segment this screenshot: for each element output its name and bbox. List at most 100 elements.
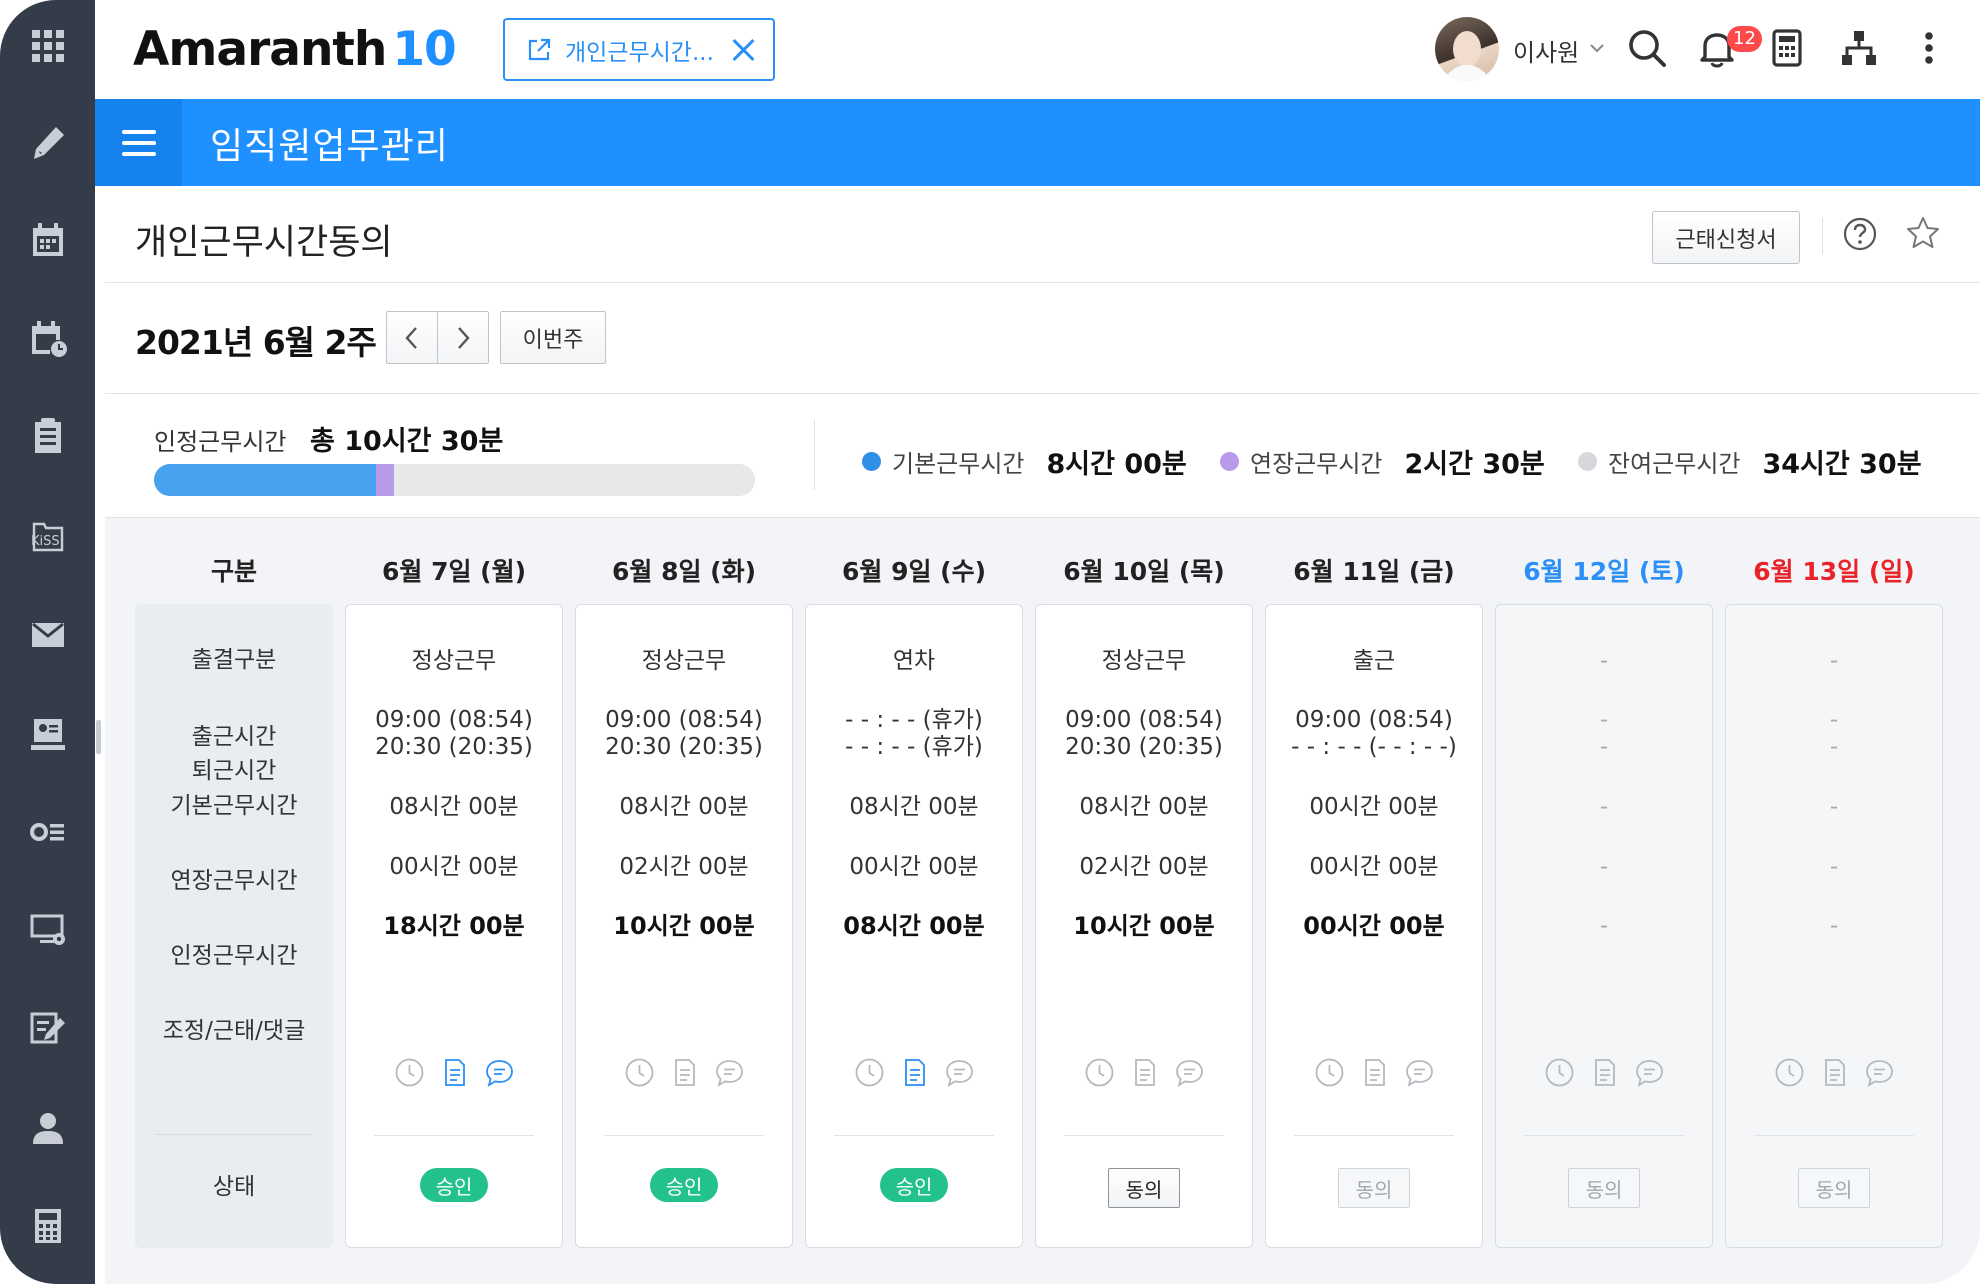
recognized-time: 18시간 00분 <box>383 912 525 940</box>
attendance-type: 정상근무 <box>411 648 497 674</box>
check-out-time: - <box>1599 734 1609 760</box>
sidebar-resize-handle[interactable] <box>96 720 101 754</box>
search-icon[interactable] <box>1625 26 1669 70</box>
apps-grid-icon[interactable] <box>22 20 74 72</box>
attendance-type: 연차 <box>892 648 936 674</box>
clock-icon[interactable] <box>1313 1056 1346 1089</box>
calendar-icon[interactable] <box>22 214 74 266</box>
check-out-time: 20:30 (20:35) <box>375 734 533 760</box>
chevron-down-icon[interactable] <box>1587 38 1607 58</box>
mail-icon[interactable] <box>22 608 74 660</box>
overtime: 02시간 00분 <box>1079 854 1209 880</box>
close-tab-icon[interactable] <box>729 36 757 64</box>
basic-time: 08시간 00분 <box>1079 794 1209 820</box>
divider <box>1524 1135 1684 1136</box>
clock-icon[interactable] <box>1543 1056 1576 1089</box>
avatar[interactable] <box>1435 17 1499 81</box>
svg-text:KiSS: KiSS <box>31 534 60 549</box>
clock-icon[interactable] <box>853 1056 886 1089</box>
check-out-time: - - : - - (휴가) <box>845 734 983 760</box>
comment-icon[interactable] <box>1403 1056 1436 1089</box>
prev-week-button[interactable] <box>386 311 438 364</box>
document-icon[interactable] <box>438 1056 471 1089</box>
legend-dot <box>862 452 881 471</box>
overtime: 00시간 00분 <box>1309 854 1439 880</box>
document-icon[interactable] <box>1358 1056 1391 1089</box>
document-icon[interactable] <box>668 1056 701 1089</box>
this-week-button[interactable]: 이번주 <box>500 311 606 364</box>
schedule-clock-icon[interactable] <box>22 312 74 364</box>
basic-time: 00시간 00분 <box>1309 794 1439 820</box>
row-labels: 출결구분 출근시간 퇴근시간 기본근무시간 연장근무시간 인정근무시간 조정/근… <box>135 604 333 1248</box>
comment-icon[interactable] <box>1173 1056 1206 1089</box>
app-logo[interactable]: Amaranth 10 <box>133 22 457 77</box>
notification-badge: 12 <box>1727 26 1762 52</box>
work-time-progress-bar <box>154 464 755 496</box>
clock-icon[interactable] <box>1773 1056 1806 1089</box>
overtime: - <box>1829 854 1839 880</box>
user-name[interactable]: 이사원 <box>1513 33 1579 68</box>
recognized-total: 총 10시간 30분 <box>310 426 504 457</box>
legend-label: 연장근무시간 <box>1250 450 1383 478</box>
attendance-request-button[interactable]: 근태신청서 <box>1652 211 1800 264</box>
row-label-adjust-comment: 조정/근태/댓글 <box>162 1018 306 1044</box>
clipboard-icon[interactable] <box>22 410 74 462</box>
legend-value: 34시간 30분 <box>1762 449 1922 480</box>
status-cell: 동의 <box>1266 1168 1482 1208</box>
agree-button[interactable]: 동의 <box>1108 1168 1180 1208</box>
action-icons <box>806 1056 1022 1089</box>
pen-icon[interactable] <box>22 117 74 169</box>
check-out-time: - - : - - (- - : - -) <box>1291 734 1457 760</box>
comment-icon[interactable] <box>943 1056 976 1089</box>
legend-value: 8시간 00분 <box>1046 449 1187 480</box>
contact-card-icon[interactable] <box>22 708 74 760</box>
monitor-settings-icon[interactable] <box>22 904 74 956</box>
clock-icon[interactable] <box>1083 1056 1116 1089</box>
calculator-icon[interactable] <box>22 1200 74 1252</box>
comment-icon[interactable] <box>713 1056 746 1089</box>
document-icon[interactable] <box>1128 1056 1161 1089</box>
recognized-time: 08시간 00분 <box>843 912 985 940</box>
comment-icon[interactable] <box>1633 1056 1666 1089</box>
favorite-star-icon[interactable] <box>1904 214 1942 252</box>
day-header: 6월 13일 (일) <box>1753 557 1915 586</box>
clock-icon[interactable] <box>623 1056 656 1089</box>
edit-document-icon[interactable] <box>22 1002 74 1054</box>
check-out-time: 20:30 (20:35) <box>1065 734 1223 760</box>
attendance-type: 정상근무 <box>1101 648 1187 674</box>
attendance-type: 정상근무 <box>641 648 727 674</box>
chevron-left-icon <box>405 326 417 349</box>
list-settings-icon[interactable] <box>22 806 74 858</box>
legend-dot <box>1220 452 1239 471</box>
day-card: - - - - - - 동의 <box>1495 604 1713 1248</box>
menu-toggle[interactable] <box>95 99 182 186</box>
status-badge: 승인 <box>880 1168 948 1202</box>
document-icon[interactable] <box>1588 1056 1621 1089</box>
agree-button[interactable]: 동의 <box>1568 1168 1640 1208</box>
open-tab[interactable]: 개인근무시간... <box>503 18 775 81</box>
agree-button[interactable]: 동의 <box>1338 1168 1410 1208</box>
org-chart-icon[interactable] <box>1837 26 1881 70</box>
column-header-category: 구분 <box>210 557 257 586</box>
next-week-button[interactable] <box>437 311 489 364</box>
document-icon[interactable] <box>898 1056 931 1089</box>
overtime: 00시간 00분 <box>389 854 519 880</box>
legend-label: 기본근무시간 <box>892 450 1025 478</box>
user-icon[interactable] <box>22 1102 74 1154</box>
comment-icon[interactable] <box>483 1056 516 1089</box>
external-link-icon <box>528 38 551 60</box>
recognized-time: 00시간 00분 <box>1303 912 1445 940</box>
help-icon[interactable] <box>1842 216 1878 252</box>
more-vertical-icon[interactable] <box>1907 26 1951 70</box>
row-label-status: 상태 <box>212 1174 256 1200</box>
app-frame: KiSS Amaranth 10 개인근무시간... 이사원 12 임직원업무관… <box>0 0 1980 1284</box>
status-cell: 동의 <box>1496 1168 1712 1208</box>
kiss-icon[interactable]: KiSS <box>22 510 74 562</box>
comment-icon[interactable] <box>1863 1056 1896 1089</box>
agree-button[interactable]: 동의 <box>1798 1168 1870 1208</box>
attendance-type: 출근 <box>1352 648 1396 674</box>
clock-icon[interactable] <box>393 1056 426 1089</box>
document-icon[interactable] <box>1818 1056 1851 1089</box>
action-icons <box>1726 1056 1942 1089</box>
calculator-icon[interactable] <box>1765 26 1809 70</box>
